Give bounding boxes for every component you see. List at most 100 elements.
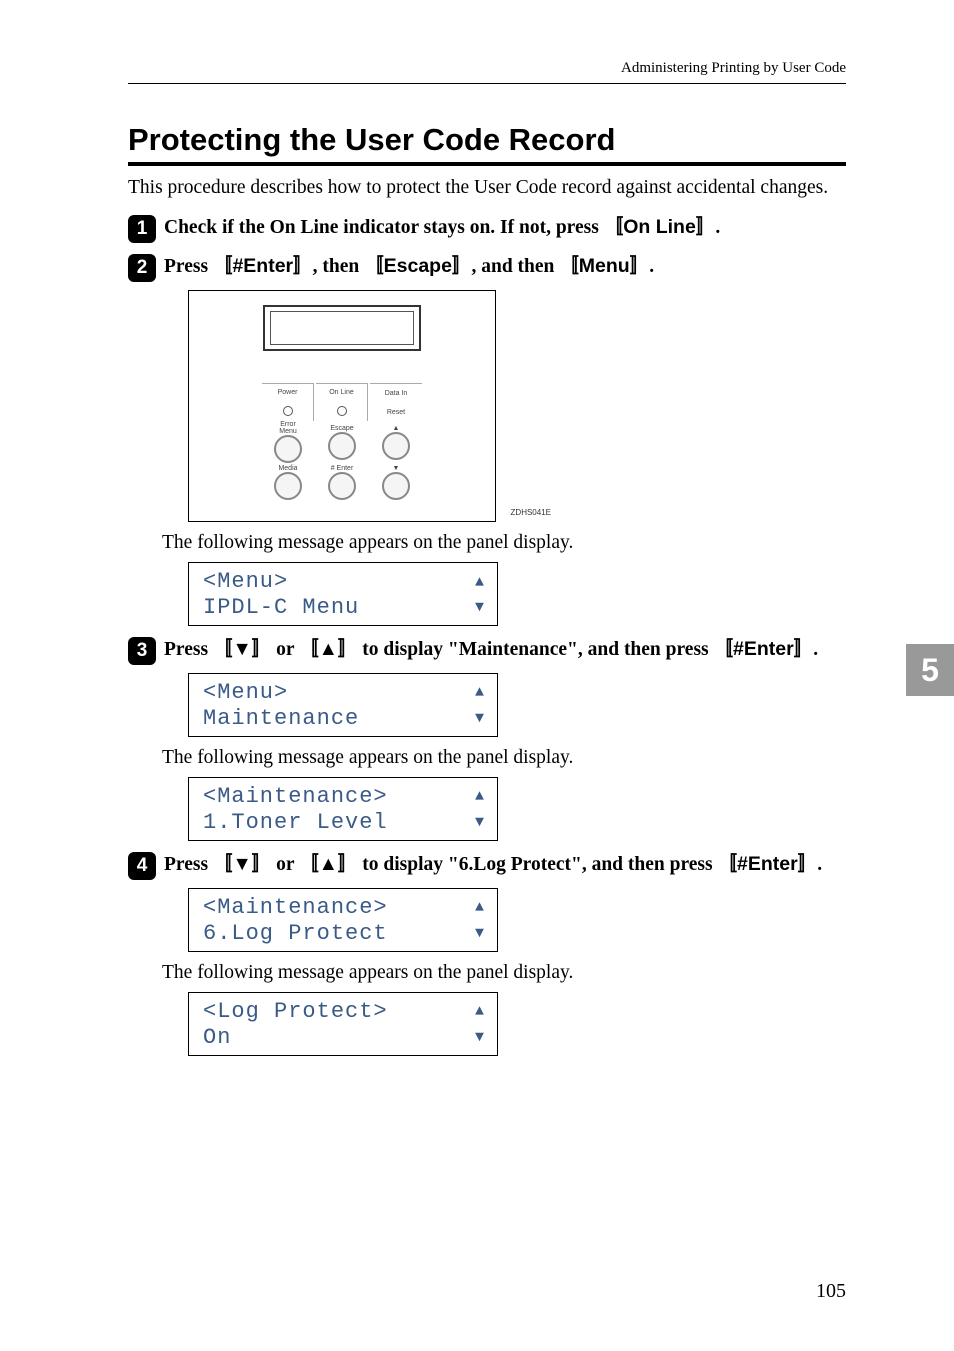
led-icon [337,406,347,416]
button-circle-icon [274,435,302,463]
open-bracket: 〚 [717,854,737,875]
t: to display "6.Log Protect", and then pre… [357,854,717,875]
close-bracket: 〛 [252,639,272,660]
chapter-tab: 5 [906,644,954,696]
lcd4-line2: 6.Log Protect [203,921,388,947]
button-circle-icon [328,432,356,460]
t: or [271,854,299,875]
t: Press [164,854,213,875]
key-enter: #Enter [733,638,794,660]
t: or [271,639,299,660]
led-icon [283,406,293,416]
lcd-up-arrow-icon: ▲ [475,684,485,702]
intro-paragraph: This procedure describes how to protect … [128,176,846,200]
close-bracket: 〛 [252,854,272,875]
open-bracket: 〚 [213,854,233,875]
step-1: 1 Check if the On Line indicator stays o… [128,214,846,243]
open-bracket: 〚 [299,854,319,875]
step-2: 2 Press 〚#Enter〛, then 〚Escape〛, and the… [128,253,846,282]
cell-up: ▲ [382,425,410,460]
lcd3-line2: 1.Toner Level [203,810,388,836]
lcd-display-3: <Maintenance> ▲ 1.Toner Level ▼ [188,777,498,841]
running-header: Administering Printing by User Code [128,60,846,84]
t: , then [313,256,364,277]
message-note-1: The following message appears on the pan… [162,532,846,554]
label-enter: # Enter [331,465,354,472]
lcd-display-2: <Menu>▲ Maintenance▼ [188,673,498,737]
key-menu: Menu [579,255,630,277]
button-circle-icon [274,472,302,500]
lcd2-line1: <Menu> [203,680,288,706]
t: Press [164,256,213,277]
cell-enter: # Enter [328,465,356,500]
close-bracket: 〛 [630,256,650,277]
key-down: ▼ [232,638,251,660]
key-online: On Line [623,216,696,238]
lcd-up-arrow-icon: ▲ [475,788,485,806]
label-escape: Escape [330,425,353,432]
section-title: Protecting the User Code Record [128,122,846,158]
lcd3-line1: <Maintenance> [203,784,388,810]
step-number-icon: 2 [128,254,156,282]
lcd-up-arrow-icon: ▲ [475,1003,485,1021]
step-3: 3 Press 〚▼〛 or 〚▲〛 to display "Maintenan… [128,636,846,665]
t: to display "Maintenance", and then press [357,639,713,660]
lcd-down-arrow-icon: ▼ [475,814,485,832]
label-media: Media [278,465,297,472]
message-note-2: The following message appears on the pan… [162,747,846,769]
lcd-display-1: <Menu>▲ IPDL-C Menu▼ [188,562,498,626]
title-rule [128,162,846,166]
step-4: 4 Press 〚▼〛 or 〚▲〛 to display "6.Log Pro… [128,851,846,880]
t: Press [164,639,213,660]
step-2-text: Press 〚#Enter〛, then 〚Escape〛, and then … [164,253,654,280]
step-1-text: Check if the On Line indicator stays on.… [164,214,720,241]
open-bracket: 〚 [213,256,233,277]
lcd-up-arrow-icon: ▲ [475,899,485,917]
key-down: ▼ [232,853,251,875]
step-number-icon: 4 [128,852,156,880]
close-bracket: 〛 [452,256,472,277]
message-note-3: The following message appears on the pan… [162,962,846,984]
close-bracket: 〛 [798,854,818,875]
open-bracket: 〚 [714,639,734,660]
label-error: Error [280,421,296,428]
lcd1-line1: <Menu> [203,569,288,595]
close-bracket: 〛 [338,639,358,660]
cell-media: Media [274,465,302,500]
button-circle-icon [382,472,410,500]
lcd-down-arrow-icon: ▼ [475,710,485,728]
lcd5-line1: <Log Protect> [203,999,388,1025]
open-bracket: 〚 [559,256,579,277]
label-power: Power [278,389,298,396]
step-1-pre: Check if the On Line indicator stays on.… [164,217,604,238]
t: , and then [471,256,559,277]
step-4-text: Press 〚▼〛 or 〚▲〛 to display "6.Log Prote… [164,851,822,878]
panel-screen [263,305,421,351]
lcd1-line2: IPDL-C Menu [203,595,359,621]
open-bracket: 〚 [604,217,624,238]
button-circle-icon [382,432,410,460]
close-bracket: 〛 [794,639,814,660]
cell-down: ▼ [382,465,410,500]
lcd5-line2: On [203,1025,231,1051]
lcd-down-arrow-icon: ▼ [475,1029,485,1047]
lcd4-line1: <Maintenance> [203,895,388,921]
button-circle-icon [328,472,356,500]
diagram-code: ZDHS041E [511,508,551,517]
key-enter: #Enter [232,255,293,277]
close-bracket: 〛 [338,854,358,875]
lcd-down-arrow-icon: ▼ [475,599,485,617]
key-enter: #Enter [737,853,798,875]
t: . [649,256,654,277]
label-menu: Menu [279,428,297,435]
cell-error-menu: ErrorMenu [274,421,302,463]
cell-escape: Escape [328,425,356,460]
cell-datain: Data InReset [370,383,422,421]
cell-power: Power [262,383,314,421]
open-bracket: 〚 [364,256,384,277]
panel-screen-inner [270,311,414,345]
step-3-text: Press 〚▼〛 or 〚▲〛 to display "Maintenance… [164,636,818,663]
t: . [813,639,818,660]
step-number-icon: 1 [128,215,156,243]
label-online: On Line [329,389,354,396]
